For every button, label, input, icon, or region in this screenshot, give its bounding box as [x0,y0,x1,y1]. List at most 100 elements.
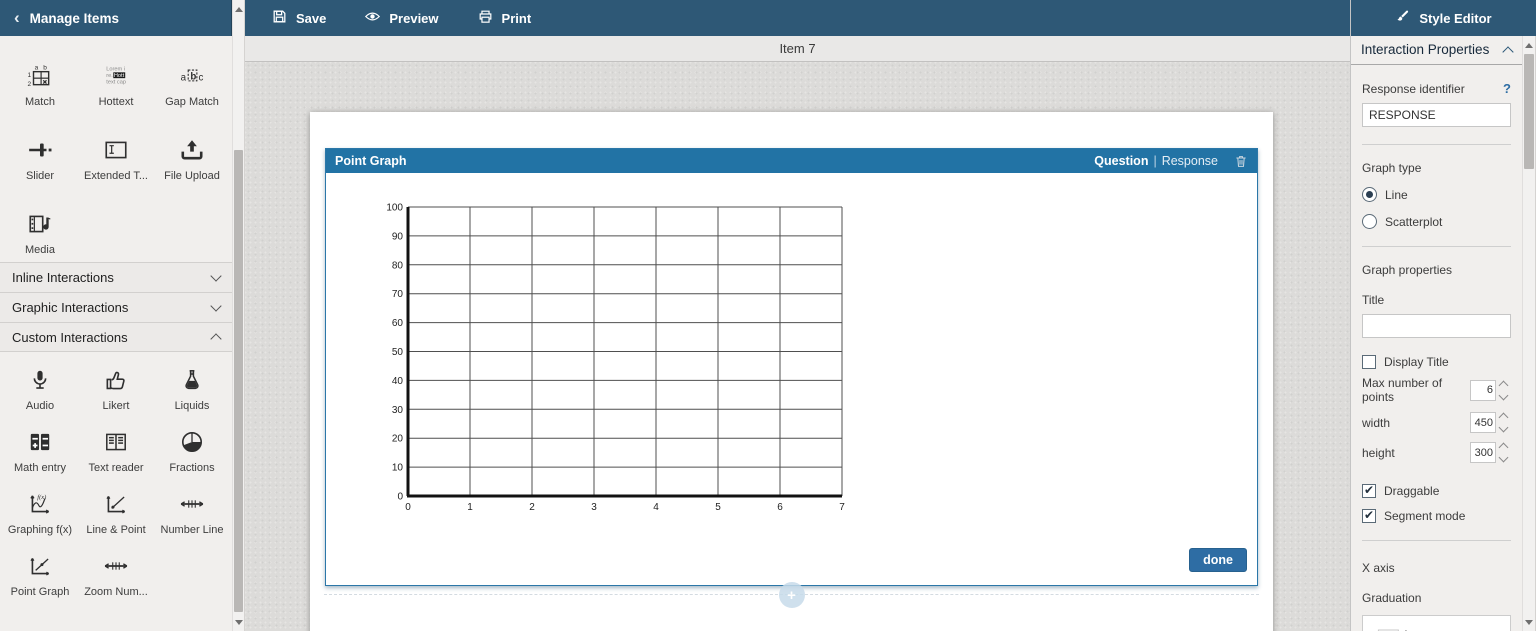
spin-up-icon[interactable] [1499,380,1509,390]
tab-question[interactable]: Question [1094,154,1148,168]
sidebar-item-gap-match[interactable]: abc Gap Match [154,40,230,114]
radio-line[interactable] [1362,187,1377,202]
print-icon [477,8,494,28]
svg-text:Hott: Hott [114,73,125,79]
trash-icon[interactable] [1234,154,1248,169]
svg-text:60: 60 [392,318,404,329]
response-identifier-input[interactable] [1362,103,1511,127]
spin-up-icon[interactable] [1499,413,1509,423]
max-points-stepper[interactable]: 6 [1470,379,1511,402]
style-editor-header[interactable]: Style Editor [1351,0,1536,36]
sidebar-item-hottext[interactable]: Lorem ire.text capHott Hottext [78,40,154,114]
svg-text:30: 30 [392,405,404,416]
sidebar-item-fractions[interactable]: Fractions [154,418,230,480]
tab-response[interactable]: Response [1162,154,1218,168]
graph-type-option-scatterplot[interactable]: Scatterplot [1362,214,1511,229]
width-value[interactable]: 450 [1470,412,1496,433]
audio-icon [27,367,53,393]
sidebar-scrollbar[interactable] [232,0,245,631]
sidebar-item-number-line[interactable]: Number Line [154,480,230,542]
sidebar-section-custom-interactions[interactable]: Custom Interactions [0,322,232,352]
sidebar-item-line-point[interactable]: Line & Point [78,480,154,542]
spin-down-icon[interactable] [1499,453,1509,463]
point-graph-plot[interactable]: 010203040506070809010001234567 [378,199,856,521]
svg-text:f(x): f(x) [37,494,46,501]
sidebar-section-graphic-interactions[interactable]: Graphic Interactions [0,292,232,322]
match-icon: ab12 [27,63,53,89]
sidebar-item-audio[interactable]: Audio [2,356,78,418]
scrollbar-thumb[interactable] [234,150,243,612]
scroll-up-arrow[interactable] [1523,38,1535,52]
item-page: Point Graph Question | Response 01020304… [310,112,1273,631]
tool-label: Media [25,244,55,256]
add-block-button[interactable]: + [779,582,805,608]
sidebar-section-inline-interactions[interactable]: Inline Interactions [0,262,232,292]
sidebar-item-slider[interactable]: Slider [2,114,78,188]
sidebar-item-media[interactable]: Media [2,188,78,262]
svg-text:4: 4 [653,502,659,513]
manage-items-header[interactable]: ‹ Manage Items [0,0,232,36]
scrollbar-thumb[interactable] [1524,54,1534,169]
svg-text:5: 5 [715,502,721,513]
sidebar-item-extended-text[interactable]: Extended T... [78,114,154,188]
zoom-number-line-icon [103,553,129,579]
width-stepper[interactable]: 450 [1470,411,1511,434]
radio-line-label: Line [1385,188,1408,202]
scroll-down-arrow[interactable] [233,615,244,629]
sidebar-item-file-upload[interactable]: File Upload [154,114,230,188]
spin-up-icon[interactable] [1499,443,1509,453]
tool-label: Number Line [161,524,224,536]
style-editor-label: Style Editor [1419,11,1491,26]
segment-mode-checkbox[interactable] [1362,509,1376,523]
custom-interactions-grid: Audio Likert Liquids Math entry [0,352,232,604]
spin-down-icon[interactable] [1499,390,1509,400]
help-icon[interactable]: ? [1503,81,1511,96]
svg-text:a: a [181,72,187,83]
tool-label: Zoom Num... [84,586,148,598]
preview-button[interactable]: Preview [350,0,452,36]
panel-scrollbar[interactable] [1522,36,1536,631]
save-label: Save [296,11,326,26]
point-graph-widget-header: Point Graph Question | Response [326,149,1257,173]
save-button[interactable]: Save [257,0,340,36]
interaction-properties-header[interactable]: Interaction Properties [1351,36,1522,65]
x-axis-label: X axis [1362,561,1511,575]
spin-down-icon[interactable] [1499,423,1509,433]
sidebar-item-point-graph[interactable]: Point Graph [2,542,78,604]
draggable-checkbox[interactable] [1362,484,1376,498]
sidebar-item-text-reader[interactable]: Text reader [78,418,154,480]
svg-text:10: 10 [392,463,404,474]
sidebar-item-math-entry[interactable]: Math entry [2,418,78,480]
height-stepper[interactable]: 300 [1470,441,1511,464]
title-input[interactable] [1362,314,1511,338]
print-button[interactable]: Print [463,0,546,36]
scroll-up-arrow[interactable] [233,2,244,16]
draggable-row[interactable]: Draggable [1362,484,1511,498]
section-label: Graphic Interactions [12,300,128,315]
section-label: Inline Interactions [12,270,114,285]
add-block-row: + [324,594,1259,624]
chevron-up-icon [1502,46,1513,57]
svg-text:b: b [190,71,196,82]
item-canvas: Point Graph Question | Response 01020304… [245,62,1350,631]
sidebar-item-likert[interactable]: Likert [78,356,154,418]
radio-scatterplot[interactable] [1362,214,1377,229]
interaction-properties-label: Interaction Properties [1361,42,1489,57]
done-button[interactable]: done [1189,548,1247,572]
graph-type-option-line[interactable]: Line [1362,187,1511,202]
sidebar-item-zoom-number-line[interactable]: Zoom Num... [78,542,154,604]
sidebar-item-graphing-fx[interactable]: f(x) Graphing f(x) [2,480,78,542]
preview-label: Preview [389,11,438,26]
display-title-checkbox[interactable] [1362,355,1376,369]
max-points-value[interactable]: 6 [1470,380,1496,401]
height-value[interactable]: 300 [1470,442,1496,463]
display-title-row[interactable]: Display Title [1362,355,1511,369]
svg-text:b: b [43,65,47,72]
tool-label: Text reader [88,462,143,474]
sidebar-item-match[interactable]: ab12 Match [2,40,78,114]
max-points-label: Max number of points [1362,376,1470,404]
scroll-down-arrow[interactable] [1523,615,1535,629]
sidebar-item-liquids[interactable]: Liquids [154,356,230,418]
text-reader-icon [103,429,129,455]
segment-mode-row[interactable]: Segment mode [1362,509,1511,523]
